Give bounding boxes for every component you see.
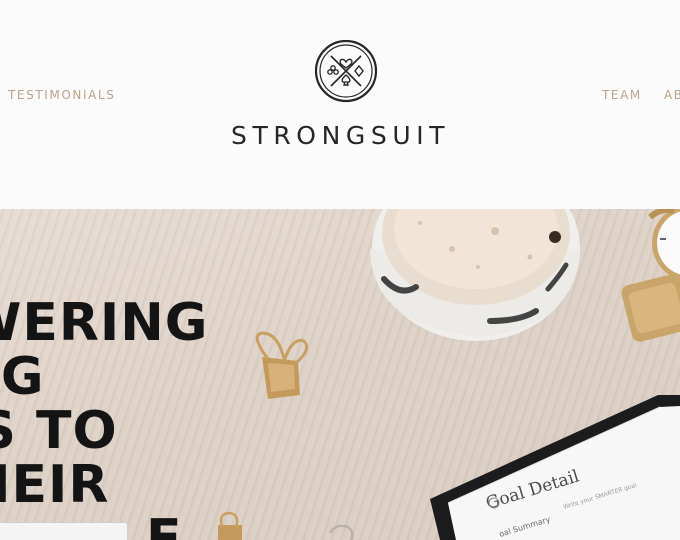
headline-line-2: ING	[0, 347, 45, 407]
headline-line-5: E	[146, 509, 183, 540]
hero-headline: WERING ING TS TO HEIR E	[0, 296, 208, 540]
page: TESTIMONIALS TEAM AB STRONGSUIT Goal Det…	[0, 0, 680, 540]
card-suits-emblem-icon[interactable]	[314, 40, 378, 104]
nav-link-testimonials[interactable]: TESTIMONIALS	[8, 88, 115, 102]
nav-link-team[interactable]: TEAM	[602, 88, 642, 102]
wristwatch-icon	[621, 209, 680, 342]
binder-clip-small-icon	[218, 511, 354, 540]
headline-line-3: TS TO	[0, 401, 118, 461]
nav-link-about[interactable]: AB	[664, 88, 680, 102]
hero-cta-button[interactable]	[0, 522, 128, 540]
coffee-cup-icon	[370, 209, 580, 341]
tablet-device-icon	[430, 395, 680, 540]
headline-line-4: HEIR	[0, 455, 110, 515]
brand-wordmark[interactable]: STRONGSUIT	[231, 121, 463, 150]
site-header: TESTIMONIALS TEAM AB STRONGSUIT	[0, 0, 680, 209]
headline-line-1: WERING	[0, 293, 209, 353]
binder-clip-icon	[255, 331, 309, 399]
